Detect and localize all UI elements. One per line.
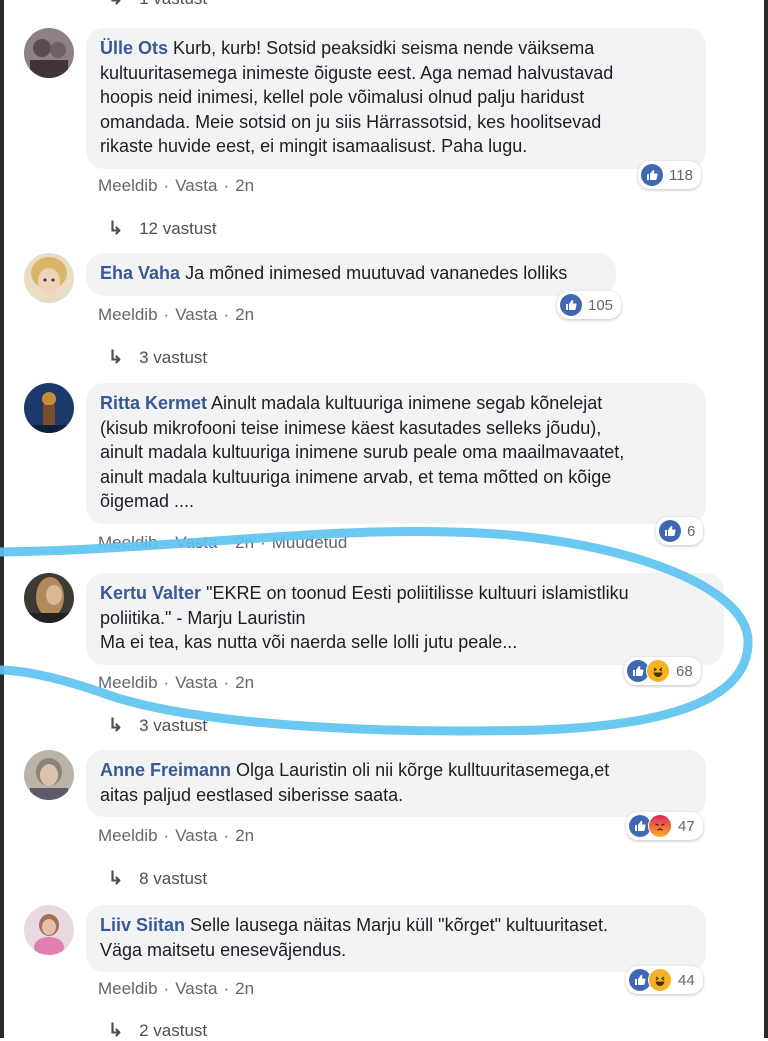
edited-label[interactable]: Muudetud bbox=[272, 533, 348, 552]
comment-timestamp[interactable]: 2n bbox=[235, 826, 254, 845]
right-frame-edge bbox=[764, 0, 768, 1038]
comment-author[interactable]: Eha Vaha bbox=[100, 263, 180, 283]
reactions-summary[interactable]: 47 bbox=[626, 812, 703, 840]
reactions-summary[interactable]: 68 bbox=[624, 657, 701, 685]
view-replies-link[interactable]: ↳ 3 vastust bbox=[108, 715, 207, 736]
view-replies-link[interactable]: ↳ 1 vastust bbox=[108, 0, 207, 9]
like-link[interactable]: Meeldib bbox=[98, 979, 158, 998]
comment-text-line: hoopis neid inimesi, kellel pole võimalu… bbox=[100, 87, 585, 107]
reactions-summary[interactable]: 105 bbox=[557, 291, 622, 319]
comment-timestamp[interactable]: 2n bbox=[235, 979, 254, 998]
reply-arrow-icon: ↳ bbox=[108, 347, 124, 367]
reaction-count: 6 bbox=[687, 522, 696, 540]
like-link[interactable]: Meeldib bbox=[98, 826, 158, 845]
comment-text-line: Olga Lauristin oli nii kõrge kulltuurita… bbox=[236, 760, 610, 780]
comment-timestamp[interactable]: 2n bbox=[235, 673, 254, 692]
comment-author[interactable]: Anne Freimann bbox=[100, 760, 231, 780]
reaction-count: 118 bbox=[669, 166, 693, 184]
comment-text-line: kultuuritasemega inimeste õiguste eest. … bbox=[100, 62, 614, 83]
reply-link[interactable]: Vasta bbox=[175, 305, 217, 324]
like-link[interactable]: Meeldib bbox=[98, 533, 158, 552]
comment-text-line: Kurb, kurb! Sotsid peaksidki seisma nend… bbox=[173, 38, 595, 58]
avatar[interactable] bbox=[24, 28, 74, 78]
comment-text-line: rikaste huvide eest, ei mingit isamaalis… bbox=[100, 136, 528, 156]
comment-timestamp[interactable]: 2n bbox=[235, 305, 254, 324]
left-frame-edge bbox=[0, 0, 4, 1038]
comment-actions: Meeldib · Vasta · 2n bbox=[98, 176, 255, 195]
reactions-summary[interactable]: 6 bbox=[656, 517, 704, 545]
like-reaction-icon bbox=[641, 164, 663, 186]
avatar[interactable] bbox=[24, 573, 74, 623]
haha-reaction-icon bbox=[648, 968, 672, 992]
comment-bubble: Ritta Kermet Ainult madala kultuuriga in… bbox=[86, 383, 706, 524]
comment-text-line: Ainult madala kultuuriga inimene segab k… bbox=[211, 393, 603, 413]
view-replies-link[interactable]: ↳ 3 vastust bbox=[108, 347, 207, 368]
reply-link[interactable]: Vasta bbox=[175, 673, 217, 692]
comment-bubble: Ülle Ots Kurb, kurb! Sotsid peaksidki se… bbox=[86, 28, 706, 169]
comment-actions: Meeldib · Vasta · 2n bbox=[98, 826, 255, 845]
reply-link[interactable]: Vasta bbox=[175, 533, 217, 552]
comment-bubble: Eha Vaha Ja mõned inimesed muutuvad vana… bbox=[86, 253, 616, 296]
avatar[interactable] bbox=[24, 253, 74, 303]
comment-author[interactable]: Liiv Siitan bbox=[100, 915, 185, 935]
comment-text-line: õigemad .... bbox=[100, 491, 195, 511]
reaction-count: 47 bbox=[678, 817, 695, 835]
like-link[interactable]: Meeldib bbox=[98, 176, 158, 195]
comment-text-line: Ma ei tea, kas nutta või naerda selle lo… bbox=[100, 632, 518, 652]
comment-text-line: "EKRE on toonud Eesti poliitilisse kultu… bbox=[206, 583, 629, 603]
comment-author[interactable]: Ritta Kermet bbox=[100, 393, 207, 413]
avatar[interactable] bbox=[24, 905, 74, 955]
view-replies-link[interactable]: ↳ 8 vastust bbox=[108, 868, 207, 889]
comment-text-line: (kisub mikrofooni teise inimese käest ka… bbox=[100, 417, 602, 438]
haha-reaction-icon bbox=[646, 659, 670, 683]
reaction-count: 68 bbox=[676, 662, 693, 680]
avatar[interactable] bbox=[24, 383, 74, 433]
reply-link[interactable]: Vasta bbox=[175, 826, 217, 845]
reply-arrow-icon: ↳ bbox=[108, 868, 124, 888]
reply-arrow-icon: ↳ bbox=[108, 218, 124, 238]
comment-text-line: Ja mõned inimesed muutuvad vananedes lol… bbox=[185, 263, 568, 283]
reply-link[interactable]: Vasta bbox=[175, 979, 217, 998]
avatar[interactable] bbox=[24, 750, 74, 800]
comment-bubble: Anne Freimann Olga Lauristin oli nii kõr… bbox=[86, 750, 706, 817]
reply-arrow-icon: ↳ bbox=[108, 0, 123, 9]
comment-text-line: aitas paljud eestlased siberisse saata. bbox=[100, 784, 404, 805]
comment-author[interactable]: Ülle Ots bbox=[100, 38, 168, 58]
reaction-count: 44 bbox=[678, 971, 695, 989]
view-replies-link[interactable]: ↳ 12 vastust bbox=[108, 218, 217, 239]
like-reaction-icon bbox=[659, 520, 681, 542]
comment-text-line: omandada. Meie sotsid on ju siis Härrass… bbox=[100, 111, 602, 132]
comment-actions: Meeldib · Vasta · 2n bbox=[98, 979, 255, 998]
angry-reaction-icon bbox=[648, 814, 672, 838]
comment-text-line: ainult madala kultuuriga inimene surub p… bbox=[100, 442, 625, 462]
comment-text-line: Selle lausega näitas Marju küll "kõrget"… bbox=[190, 915, 609, 935]
comment-text-line: poliitika." - Marju Lauristin bbox=[100, 607, 306, 628]
comment-text-line: Väga maitsetu enesevãjendus. bbox=[100, 939, 347, 960]
reaction-count: 105 bbox=[588, 296, 614, 314]
reply-link[interactable]: Vasta bbox=[175, 176, 217, 195]
comment-text-line: ainult madala kultuuriga inimene arvab, … bbox=[100, 466, 612, 487]
comment-actions: Meeldib · Vasta · 2n bbox=[98, 305, 255, 324]
reactions-summary[interactable]: 118 bbox=[638, 161, 701, 189]
comment-timestamp[interactable]: 2n bbox=[235, 533, 254, 552]
comment-bubble: Liiv Siitan Selle lausega näitas Marju k… bbox=[86, 905, 706, 972]
reactions-summary[interactable]: 44 bbox=[626, 966, 703, 994]
reply-arrow-icon: ↳ bbox=[108, 715, 124, 735]
like-link[interactable]: Meeldib bbox=[98, 305, 158, 324]
comment-bubble: Kertu Valter "EKRE on toonud Eesti polii… bbox=[86, 573, 724, 665]
comment-timestamp[interactable]: 2n bbox=[235, 176, 254, 195]
like-reaction-icon bbox=[560, 294, 582, 316]
comment-author[interactable]: Kertu Valter bbox=[100, 583, 201, 603]
comment-actions: Meeldib · Vasta · 2n bbox=[98, 673, 255, 692]
comment-actions: Meeldib · Vasta · 2n · Muudetud bbox=[98, 533, 348, 552]
like-link[interactable]: Meeldib bbox=[98, 673, 158, 692]
